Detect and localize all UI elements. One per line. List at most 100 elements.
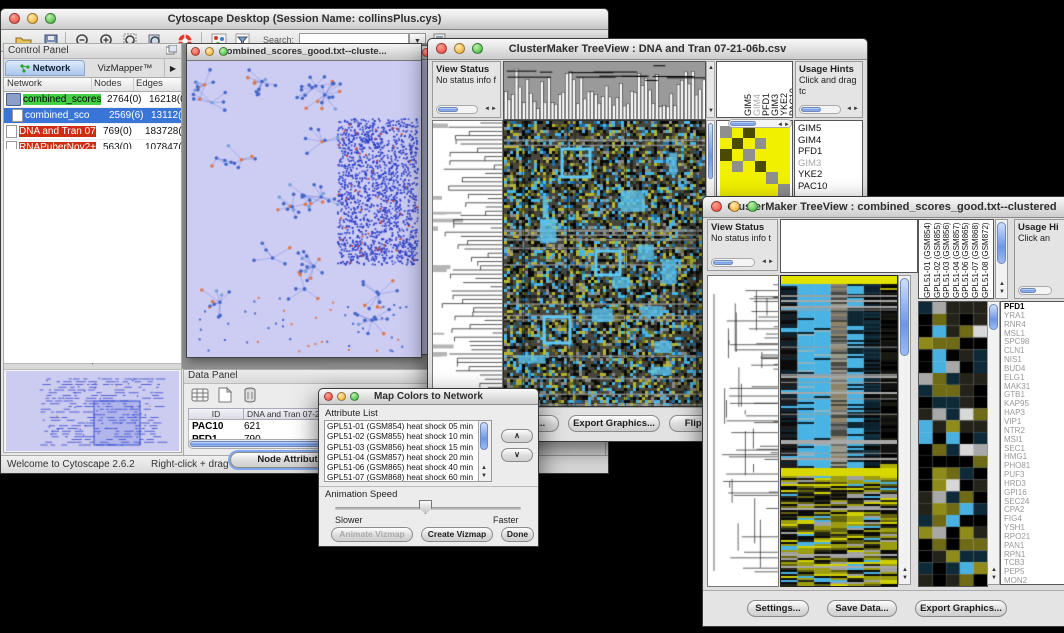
create-vizmap-button[interactable]: Create Vizmap: [421, 527, 493, 542]
matrix-cell[interactable]: [755, 184, 767, 196]
move-up-button[interactable]: ∧: [501, 429, 533, 443]
network-list-row[interactable]: combined_scores2764(0)16218(0): [4, 92, 181, 108]
network-view-titlebar[interactable]: combined_scores_good.txt--cluste...: [187, 44, 421, 61]
column-label[interactable]: GPL51-06 (GSM865): [961, 222, 970, 298]
attribute-list-item[interactable]: GPL51-03 (GSM856) heat shock 15 min: [325, 443, 479, 453]
vscroll-thumb[interactable]: [989, 304, 998, 330]
matrix-cell[interactable]: [766, 172, 778, 184]
tab-vizmapper[interactable]: VizMapper™: [86, 59, 164, 77]
attribute-listbox[interactable]: GPL51-01 (GSM854) heat shock 05 minGPL51…: [324, 420, 492, 482]
tv2-heatmap-vscrollbar[interactable]: ▲ ▼: [898, 275, 911, 585]
matrix-cell[interactable]: [743, 161, 755, 173]
gene-label[interactable]: YKE2: [795, 169, 862, 181]
scroll-down-icon[interactable]: ▼: [481, 472, 487, 480]
vscroll-thumb[interactable]: [708, 123, 713, 179]
export-graphics-button[interactable]: Export Graphics...: [568, 415, 660, 432]
col-header-edges[interactable]: Edges: [134, 78, 181, 91]
tv2-detail-heatmap[interactable]: [918, 301, 988, 587]
attribute-list-item[interactable]: GPL51-07 (GSM868) heat shock 60 min: [325, 473, 479, 482]
scroll-down-icon[interactable]: ▼: [999, 288, 1005, 296]
attribute-list-item[interactable]: GPL51-06 (GSM865) heat shock 40 min: [325, 463, 479, 473]
scroll-up-icon[interactable]: ▲: [481, 464, 487, 472]
network-name[interactable]: combined_scores: [23, 94, 107, 105]
gene-label[interactable]: GIM4: [795, 135, 862, 147]
animate-vizmap-button[interactable]: Animate Vizmap: [331, 527, 413, 542]
matrix-cell[interactable]: [778, 172, 790, 184]
zoom-button[interactable]: [219, 47, 228, 56]
main-titlebar[interactable]: Cytoscape Desktop (Session Name: collins…: [1, 9, 608, 30]
matrix-cell[interactable]: [743, 138, 755, 150]
vscroll-thumb[interactable]: [997, 222, 1006, 264]
minimize-button[interactable]: [729, 201, 740, 212]
panel-splitter[interactable]: •: [4, 363, 181, 370]
attribute-list-item[interactable]: GPL51-04 (GSM857) heat shock 20 min: [325, 453, 479, 463]
zoom-button[interactable]: [45, 13, 56, 24]
network-list-row[interactable]: combined_sco2569(6)13112(15): [4, 108, 181, 124]
matrix-cell[interactable]: [755, 172, 767, 184]
move-down-button[interactable]: ∨: [501, 448, 533, 462]
tv1-row-dendrogram[interactable]: [432, 120, 503, 407]
scroll-left-icon[interactable]: ◄: [484, 105, 490, 113]
close-button[interactable]: [436, 43, 447, 54]
done-button[interactable]: Done: [501, 527, 534, 542]
matrix-cell[interactable]: [720, 149, 732, 161]
matrix-cell[interactable]: [720, 184, 732, 196]
col-header-nodes[interactable]: Nodes: [92, 78, 134, 91]
gene-label[interactable]: PFD1: [795, 146, 862, 158]
matrix-cell[interactable]: [732, 149, 744, 161]
matrix-cell[interactable]: [720, 126, 732, 138]
close-button[interactable]: [711, 201, 722, 212]
matrix-cell[interactable]: [766, 138, 778, 150]
matrix-cell[interactable]: [732, 161, 744, 173]
tv1-correlation-matrix[interactable]: [720, 126, 790, 196]
column-label[interactable]: GPL51-08 (GSM872): [981, 222, 990, 298]
matrix-cell[interactable]: [732, 172, 744, 184]
scroll-right-icon[interactable]: ►: [853, 105, 859, 113]
matrix-cell[interactable]: [732, 138, 744, 150]
matrix-cell[interactable]: [720, 172, 732, 184]
scroll-up-icon[interactable]: ▲: [708, 64, 714, 72]
close-button[interactable]: [191, 47, 200, 56]
listbox-vscrollbar[interactable]: ▲ ▼: [478, 421, 491, 481]
gene-label[interactable]: MON2: [1001, 577, 1064, 585]
vscroll-thumb[interactable]: [900, 278, 909, 356]
attribute-table-icon[interactable]: [190, 386, 210, 404]
network-name[interactable]: DNA and Tran 07: [19, 126, 103, 137]
zoom-button[interactable]: [472, 43, 483, 54]
zoom-button[interactable]: [747, 201, 758, 212]
tv2-row-dendrogram[interactable]: [707, 275, 779, 587]
window-controls[interactable]: [9, 13, 56, 24]
matrix-cell[interactable]: [720, 161, 732, 173]
close-button[interactable]: [324, 392, 333, 401]
column-label[interactable]: GPL51-01 (GSM854): [923, 222, 932, 298]
id-col-header[interactable]: ID: [188, 408, 244, 420]
gene-label[interactable]: GIM3: [795, 158, 862, 170]
column-label[interactable]: GPL51-07 (GSM868): [971, 222, 980, 298]
minimize-button[interactable]: [454, 43, 465, 54]
new-attribute-icon[interactable]: [215, 386, 235, 404]
zoom-button[interactable]: [350, 392, 359, 401]
treeview1-titlebar[interactable]: ClusterMaker TreeView : DNA and Tran 07-…: [428, 39, 867, 60]
tv1-labels-hscrollbar[interactable]: ◄ ►: [728, 119, 792, 128]
col-header-network[interactable]: Network: [4, 78, 92, 91]
matrix-cell[interactable]: [778, 184, 790, 196]
scroll-up-icon[interactable]: ▲: [999, 280, 1005, 288]
speed-slider-thumb[interactable]: [419, 500, 432, 514]
export-graphics-button[interactable]: Export Graphics...: [915, 600, 1007, 617]
gene-label[interactable]: PAC10: [795, 181, 862, 193]
network-list-row[interactable]: DNA and Tran 07769(0)183728(0): [4, 124, 181, 140]
vscroll-thumb[interactable]: [480, 422, 488, 450]
tv2-genelist-vscrollbar[interactable]: ▲ ▼: [987, 301, 1000, 585]
scroll-up-icon[interactable]: ▲: [991, 566, 997, 574]
scroll-up-icon[interactable]: ▲: [902, 566, 908, 574]
tv1-column-dendrogram[interactable]: [503, 61, 706, 120]
scroll-right-icon[interactable]: ►: [784, 121, 790, 129]
matrix-cell[interactable]: [743, 149, 755, 161]
tv2-heatmap-canvas[interactable]: [780, 275, 898, 587]
matrix-cell[interactable]: [766, 149, 778, 161]
gene-label[interactable]: GIM5: [795, 123, 862, 135]
settings-button[interactable]: Settings...: [747, 600, 809, 617]
column-label[interactable]: GPL51-03 (GSM856): [942, 222, 951, 298]
close-button[interactable]: [9, 13, 20, 24]
column-label[interactable]: GPL51-02 (GSM855): [933, 222, 942, 298]
